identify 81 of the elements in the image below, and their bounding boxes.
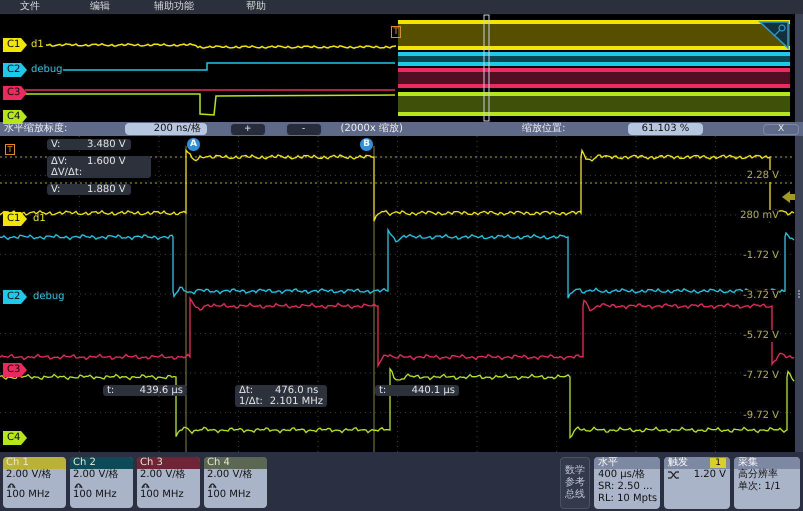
readout-value: 476.0 ns [275, 385, 318, 396]
zoom-out-button[interactable]: - [286, 124, 321, 134]
channel-bandwidth: 100 MHz [72, 489, 118, 501]
bandwidth-limit-icon [208, 481, 217, 489]
readout-value: 1.600 V [87, 156, 126, 167]
bandwidth-limit-icon [141, 481, 150, 489]
scale-label: 280 mV [740, 210, 779, 222]
acquisition-setting: 高分辨率 [737, 469, 779, 480]
channel-card[interactable]: Ch 4 2.00 V/格 100 MHz [204, 457, 267, 508]
channel-label: debug [33, 290, 65, 304]
channel-badge[interactable]: C4 [3, 431, 27, 445]
readout-label: V: [51, 184, 62, 195]
readout-label: 1/Δt: [239, 396, 264, 407]
channel-card-title: Ch 3 [137, 457, 200, 469]
channel-card[interactable]: Ch 2 2.00 V/格 100 MHz [70, 457, 133, 508]
readout-value: 3.480 V [87, 139, 126, 150]
channel-badge[interactable]: C2 [3, 63, 27, 77]
channel-bandwidth: 100 MHz [139, 489, 185, 501]
zoom-factor: (2000x 缩放) [340, 123, 404, 135]
zoom-window[interactable] [484, 14, 490, 122]
acquisition-panel[interactable]: 采集 高分辨率 单次: 1/1 [734, 457, 800, 509]
channel-bandwidth: 100 MHz [5, 489, 51, 501]
readout-value: 2.101 MHz [270, 396, 323, 407]
channel-badge[interactable]: C4 [3, 110, 27, 124]
zoom-in-button[interactable]: + [230, 124, 265, 134]
readout-value: 439.6 µs [140, 385, 183, 396]
panel-title: 采集 [738, 457, 758, 468]
channel-badge[interactable]: C3 [3, 363, 27, 377]
edge-icon [668, 471, 679, 479]
menu-item[interactable]: 帮助 [246, 1, 266, 13]
readout-label: t: [107, 385, 116, 396]
channel-card-title: Ch 1 [3, 457, 66, 469]
handle-dots-icon[interactable] [797, 289, 801, 299]
trigger-marker[interactable]: T [5, 144, 15, 155]
channel-label: d1 [33, 212, 46, 226]
readout-label: ΔV: [51, 156, 68, 167]
channel-scale: 2.00 V/格 [206, 469, 254, 481]
channel-card[interactable]: Ch 1 2.00 V/格 100 MHz [3, 457, 66, 508]
channel-badge[interactable]: C1 [3, 212, 27, 226]
channel-badge[interactable]: C2 [3, 290, 27, 304]
readout-label: Δt: [239, 385, 254, 396]
scale-label: -5.72 V [743, 330, 779, 342]
trigger-panel[interactable]: 触发 1 1.20 V [664, 457, 730, 509]
zoom-scale-field[interactable]: 200 ns/格 [125, 123, 207, 135]
menu-item[interactable]: 文件 [20, 1, 40, 13]
zoom-icon[interactable] [758, 21, 789, 50]
channel-label: debug [31, 63, 63, 77]
readout-label: t: [379, 385, 388, 396]
horizontal-setting: 400 µs/格 [597, 469, 646, 481]
scale-label: 2.28 V [746, 170, 779, 182]
zoom-position-field[interactable]: 61.103 % [628, 123, 704, 135]
readout-label: ΔV/Δt: [51, 167, 81, 178]
channel-scale: 2.00 V/格 [139, 469, 187, 481]
channel-badge[interactable]: C1 [3, 38, 27, 52]
horizontal-panel[interactable]: 水平 400 µs/格 SR: 2.50 ... RL: 10 Mpts [594, 457, 660, 509]
trigger-marker[interactable]: T [391, 26, 401, 38]
horizontal-setting: RL: 10 Mpts [597, 493, 658, 505]
panel-title: 水平 [598, 457, 618, 469]
ground-marker-icon[interactable] [782, 191, 795, 203]
trigger-source: 1 [710, 458, 726, 468]
menu-item[interactable]: 编辑 [90, 1, 110, 13]
horizontal-setting: SR: 2.50 ... [597, 481, 654, 493]
channel-scale: 2.00 V/格 [5, 469, 53, 481]
acquisition-setting: 单次: 1/1 [737, 481, 782, 493]
readout-value: 440.1 µs [412, 385, 455, 396]
trigger-level: 1.20 V [694, 469, 726, 481]
bandwidth-limit-icon [7, 481, 16, 489]
readout-value: 1.880 V [87, 184, 126, 195]
channel-scale: 2.00 V/格 [72, 469, 120, 481]
readout-label: V: [51, 139, 62, 150]
panel-title: 触发 [668, 457, 688, 469]
bandwidth-limit-icon [74, 481, 83, 489]
channel-card-title: Ch 4 [204, 457, 267, 469]
channel-card-title: Ch 2 [70, 457, 133, 469]
channel-bandwidth: 100 MHz [206, 489, 252, 501]
channel-badge[interactable]: C3 [3, 86, 27, 100]
zoom-position-label: 缩放位置: [522, 123, 567, 135]
math-ref-bus-button[interactable]: 数学 参考 总线 [560, 457, 590, 509]
close-zoom-button[interactable]: X [763, 124, 800, 134]
channel-card[interactable]: Ch 3 2.00 V/格 100 MHz [137, 457, 200, 508]
menu-item[interactable]: 辅助功能 [154, 1, 194, 13]
